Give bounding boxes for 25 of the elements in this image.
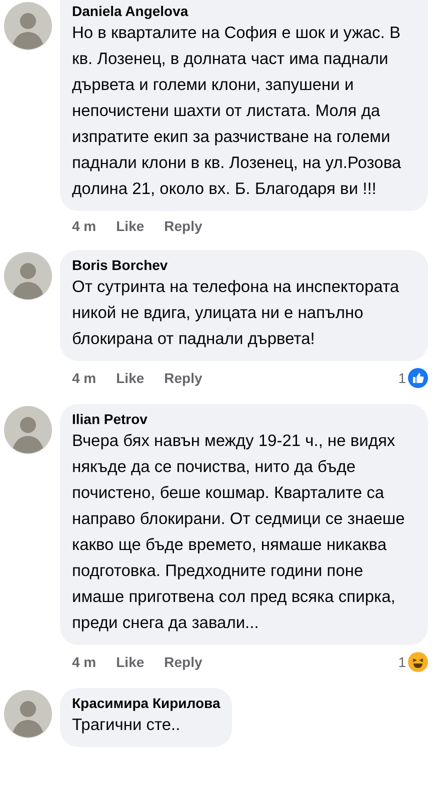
like-link[interactable]: Like (116, 370, 144, 386)
thumbs-up-icon (408, 368, 428, 388)
reply-link[interactable]: Reply (164, 370, 202, 386)
reaction-count: 1 (398, 654, 406, 670)
author-name[interactable]: Daniela Angelova (72, 2, 416, 20)
timestamp: 4 m (72, 218, 96, 234)
laughing-face-icon (408, 652, 428, 672)
author-name[interactable]: Красимира Кирилова (72, 694, 220, 712)
timestamp: 4 m (72, 654, 96, 670)
reaction-count: 1 (398, 370, 406, 386)
reply-link[interactable]: Reply (164, 654, 202, 670)
author-name[interactable]: Boris Borchev (72, 256, 416, 274)
author-name[interactable]: Ilian Petrov (72, 410, 416, 428)
comment-text: Трагични сте.. (72, 715, 182, 736)
comment-text: Вчера бях навън между 19-21 ч., не видях някъде да се почиства, нито да бъде почистено, беше кошмар. Кварталите са направо блокирани. От седмици се знаеше какво ще бъде времето, нямаше никаква подготовка. Предходните години поне имаше приготвена сол пред всяка спирка, преди снега да завали... (72, 431, 406, 634)
comment-text: Но в кварталите на София е шок и ужас. В кв. Лозенец, в долната част има паднали дървета и големи клони, запушени и непочистени шахти от листата. Моля да изпратите екип за разчистване на големи паднали клони в кв. Лозенец, на ул.Розова долина 21, около вх. Б. Благодаря ви !!! (72, 23, 402, 200)
reply-link[interactable]: Reply (164, 218, 202, 234)
like-link[interactable]: Like (116, 218, 144, 234)
avatar[interactable] (4, 406, 52, 454)
timestamp: 4 m (72, 370, 96, 386)
avatar[interactable] (4, 252, 52, 300)
comment-text: От сутринта на телефона на инспектората никой не вдига, улицата ни е напълно блокирана от паднали дървета! (72, 277, 400, 350)
avatar[interactable] (4, 690, 52, 738)
like-link[interactable]: Like (116, 654, 144, 670)
avatar[interactable] (4, 2, 52, 50)
